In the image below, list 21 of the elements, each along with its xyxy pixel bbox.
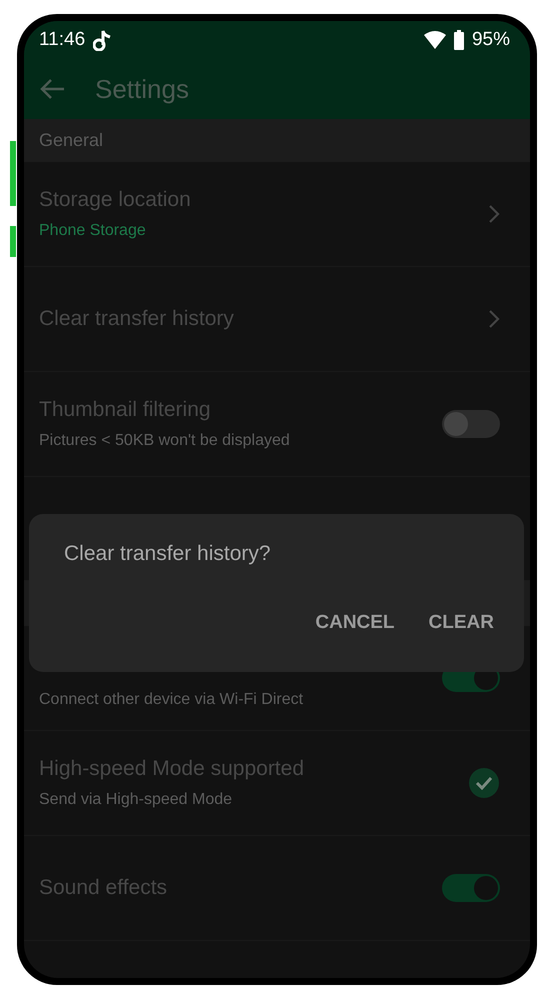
toggle-switch[interactable] xyxy=(442,410,500,438)
toggle-switch[interactable] xyxy=(442,874,500,902)
battery-percentage: 95% xyxy=(472,29,510,51)
chevron-right-icon xyxy=(488,204,500,224)
music-note-icon xyxy=(93,29,112,51)
clock: 11:46 xyxy=(39,29,86,51)
screen-title: Settings xyxy=(95,74,189,104)
setting-subtitle: Send via High-speed Mode xyxy=(39,791,234,809)
back-arrow-icon[interactable] xyxy=(39,78,65,100)
setting-subtitle: Pictures < 50KB won't be displayed xyxy=(39,432,291,450)
chevron-right-icon xyxy=(488,309,500,329)
setting-subtitle: Connect other device via Wi-Fi Direct xyxy=(39,691,304,709)
checkbox[interactable] xyxy=(469,768,499,798)
checkmark-icon xyxy=(475,776,493,790)
dialog-button[interactable]: CLEAR xyxy=(418,604,504,642)
battery-icon xyxy=(454,30,464,50)
section-title: General xyxy=(39,130,104,151)
dialog-message: Clear transfer history? xyxy=(64,542,271,566)
dialog-button[interactable]: CANCEL xyxy=(305,604,405,642)
setting-subtitle: Phone Storage xyxy=(39,222,147,240)
wifi-icon xyxy=(424,31,446,49)
